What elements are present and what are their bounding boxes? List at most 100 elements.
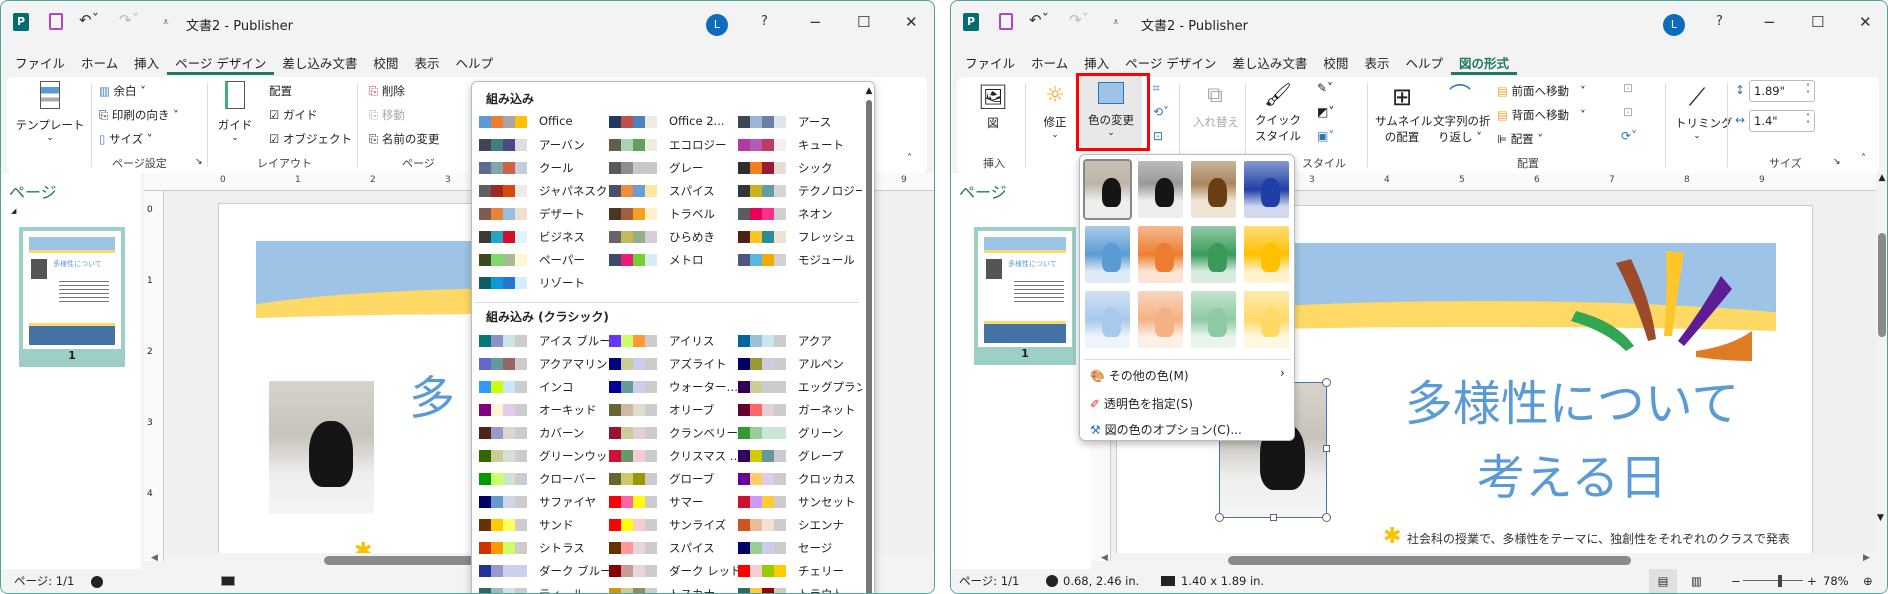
thumbnail-placement-button[interactable]: ⊞ サムネイル の配置: [1375, 83, 1432, 145]
rename-page-button[interactable]: ⎘ 名前の変更: [369, 131, 439, 147]
avatar[interactable]: L: [1663, 14, 1685, 36]
save-icon[interactable]: [999, 13, 1013, 30]
recolor-preset[interactable]: [1138, 226, 1183, 283]
scroll-left-icon[interactable]: ◀: [1101, 553, 1108, 563]
qat-customize-icon[interactable]: ⩡: [1113, 17, 1119, 28]
height-field[interactable]: 1.89" ˄ ˅: [1749, 80, 1815, 102]
recolor-preset[interactable]: [1138, 161, 1183, 218]
resize-handle[interactable]: [1270, 514, 1277, 521]
zoom-slider-thumb[interactable]: [1778, 575, 1783, 587]
tab-help[interactable]: ヘルプ: [1397, 53, 1451, 75]
page-indicator[interactable]: ページ: 1/1: [14, 569, 74, 593]
spinner-icon[interactable]: ˄ ˅: [1806, 114, 1810, 129]
compress-icon[interactable]: ⌗: [1153, 81, 1160, 96]
reset-picture-icon[interactable]: ⟲˅: [1153, 105, 1169, 119]
tab-mailings[interactable]: 差し込み文書: [274, 53, 365, 75]
tab-file[interactable]: ファイル: [957, 53, 1023, 75]
corrections-button[interactable]: ☼ 修正 ⌄: [1037, 83, 1073, 140]
zoom-in-icon[interactable]: +: [1807, 569, 1817, 593]
template-button[interactable]: テンプレート ⌄: [15, 81, 85, 143]
vertical-scrollbar[interactable]: ▲ ▼: [1875, 173, 1887, 553]
scroll-thumb[interactable]: [866, 100, 872, 593]
undo-icon[interactable]: ↶ˇ: [79, 11, 99, 29]
recolor-preset[interactable]: [1191, 161, 1236, 218]
undo-icon[interactable]: ↶ˇ: [1029, 11, 1049, 29]
send-backward-button[interactable]: ▤ 背面へ移動 ˅: [1497, 107, 1586, 123]
close-button[interactable]: ✕: [1859, 13, 1872, 31]
maximize-button[interactable]: ☐: [857, 13, 870, 31]
border-color-icon[interactable]: ✎˅: [1317, 81, 1333, 95]
size-button[interactable]: ▯ サイズ ˅: [99, 131, 153, 147]
document-title-line-1[interactable]: 多様性について: [1347, 372, 1797, 436]
collapse-ribbon-icon[interactable]: ˄: [907, 153, 912, 164]
vertical-ruler[interactable]: 0 1 2 3 4: [144, 191, 164, 561]
help-button[interactable]: ?: [761, 14, 768, 29]
guides-button[interactable]: ガイド ⌄: [215, 81, 255, 143]
guide-checkbox[interactable]: ☑ ガイド: [269, 107, 317, 123]
document-title[interactable]: 多: [409, 366, 455, 430]
spinner-icon[interactable]: ˄ ˅: [1806, 84, 1810, 99]
two-page-view-icon[interactable]: ▥: [1691, 569, 1702, 593]
quick-styles-button[interactable]: 🖌 クイック スタイル: [1253, 83, 1303, 144]
save-icon[interactable]: [49, 13, 63, 30]
shadow-icon[interactable]: ◩˅: [1317, 105, 1334, 119]
width-field[interactable]: 1.4" ˄ ˅: [1749, 110, 1815, 132]
minimize-button[interactable]: −: [809, 13, 822, 31]
dialog-launcher-icon[interactable]: ↘: [195, 157, 203, 167]
avatar[interactable]: L: [706, 14, 728, 36]
recolor-preset[interactable]: [1085, 226, 1130, 283]
close-button[interactable]: ✕: [905, 13, 918, 31]
fill-icon[interactable]: ▣˅: [1317, 129, 1334, 143]
wrap-text-button[interactable]: ⌒ 文字列の折 り返し ˅: [1433, 83, 1491, 145]
dialog-launcher-icon[interactable]: ↘: [1833, 157, 1841, 167]
page-indicator[interactable]: ページ: 1/1: [959, 569, 1019, 593]
zoom-slider[interactable]: [1743, 580, 1803, 581]
picture-frame-icon[interactable]: ⊡: [1153, 129, 1163, 143]
zoom-level[interactable]: 78%: [1823, 569, 1849, 593]
dog-photo[interactable]: [269, 381, 374, 514]
zoom-out-icon[interactable]: −: [1731, 569, 1741, 593]
scroll-thumb[interactable]: [1878, 233, 1886, 337]
tab-review[interactable]: 校閲: [1315, 53, 1356, 75]
rotate-icon[interactable]: ⟳˅: [1621, 129, 1637, 143]
tab-view[interactable]: 表示: [1356, 53, 1397, 75]
tab-page-design[interactable]: ページ デザイン: [167, 53, 275, 75]
scroll-down-icon[interactable]: ▼: [1877, 513, 1884, 523]
crop-button[interactable]: ⟋ トリミング ⌄: [1675, 83, 1733, 141]
bring-forward-button[interactable]: ▤ 前面へ移動 ˅: [1497, 83, 1586, 99]
qat-customize-icon[interactable]: ⩡: [163, 17, 169, 28]
delete-page-button[interactable]: ⎘ 削除: [369, 83, 405, 99]
tab-home[interactable]: ホーム: [73, 53, 126, 75]
document-title-line-2[interactable]: 考える日: [1347, 446, 1797, 510]
margins-button[interactable]: ▥ 余白 ˅: [99, 83, 146, 99]
resize-handle[interactable]: [1323, 445, 1330, 452]
page-thumbnail[interactable]: 多様性について 1: [974, 227, 1076, 365]
tab-picture-format[interactable]: 図の形式: [1450, 53, 1517, 75]
picture-color-options-item[interactable]: ⚒ 図の色のオプション(C)...: [1090, 421, 1242, 438]
align-button[interactable]: ⊫ 配置 ˅: [1497, 131, 1543, 147]
scroll-right-icon[interactable]: ▶: [1863, 553, 1870, 563]
recolor-preset[interactable]: [1244, 161, 1289, 218]
collapse-icon[interactable]: ◢: [11, 207, 16, 215]
tab-help[interactable]: ヘルプ: [447, 53, 501, 75]
minimize-button[interactable]: −: [1763, 13, 1776, 31]
recolor-preset[interactable]: [1083, 159, 1132, 220]
recolor-preset[interactable]: [1244, 291, 1289, 348]
gallery-scrollbar[interactable]: ▲: [862, 82, 874, 593]
tab-view[interactable]: 表示: [406, 53, 447, 75]
scroll-up-icon[interactable]: ▲: [862, 86, 874, 96]
resize-handle[interactable]: [1322, 513, 1331, 522]
tab-mailings[interactable]: 差し込み文書: [1224, 53, 1315, 75]
recolor-preset[interactable]: [1085, 291, 1130, 348]
collapse-ribbon-icon[interactable]: ˄: [1861, 153, 1866, 164]
tab-home[interactable]: ホーム: [1023, 53, 1076, 75]
object-checkbox[interactable]: ☑ オブジェクト: [269, 131, 352, 147]
recolor-preset[interactable]: [1138, 291, 1183, 348]
body-text[interactable]: 社会科の授業で、多様性をテーマに、独創性をそれぞれのクラスで発表: [1407, 532, 1790, 547]
tab-insert[interactable]: 挿入: [126, 53, 167, 75]
tab-review[interactable]: 校閲: [365, 53, 406, 75]
horizontal-scrollbar[interactable]: [324, 556, 484, 565]
resize-handle[interactable]: [1322, 378, 1331, 387]
help-button[interactable]: ?: [1716, 14, 1723, 29]
fit-page-icon[interactable]: ⊕: [1863, 569, 1873, 593]
